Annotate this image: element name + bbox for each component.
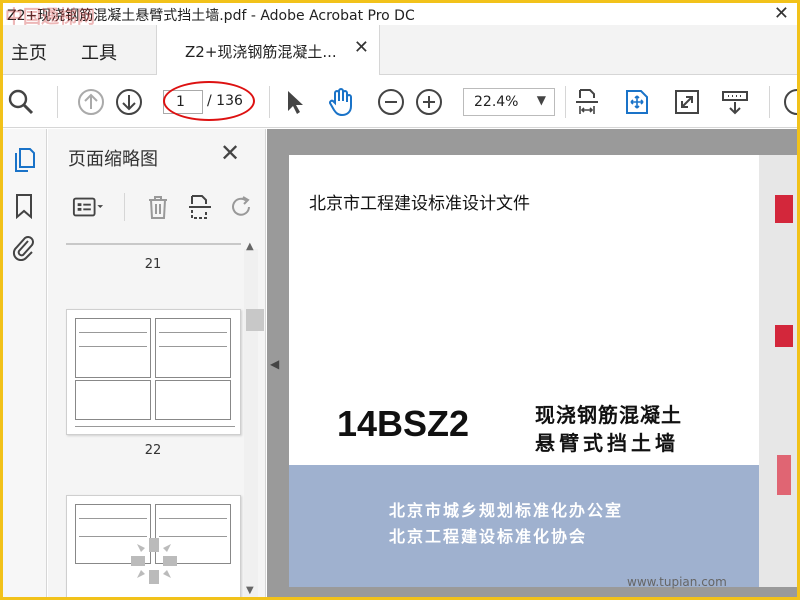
thumbnail-line (159, 332, 227, 333)
red-mark (775, 325, 793, 347)
search-icon[interactable] (5, 86, 37, 118)
full-screen-icon[interactable] (671, 86, 703, 118)
zoom-in-icon[interactable] (413, 86, 445, 118)
thumbnail-table (155, 380, 231, 420)
zoom-select[interactable]: 22.4% ▼ (463, 88, 555, 116)
toolbar-divider (565, 86, 566, 118)
comment-icon[interactable] (775, 86, 797, 118)
zoom-value: 22.4% (474, 94, 519, 110)
thumbnail-line (79, 346, 147, 347)
scroll-up-icon[interactable]: ▲ (246, 241, 254, 252)
cover-code: 14BSZ2 (337, 403, 470, 444)
navigation-rail (3, 129, 47, 597)
cover-org-line2: 北京工程建设标准化协会 (389, 527, 588, 546)
menu-bar: 主页 工具 Z2+现浇钢筋混凝土... ✕ (3, 25, 797, 75)
read-mode-icon[interactable] (719, 86, 751, 118)
thumbnail-line (79, 332, 147, 333)
thumbnail-table (75, 380, 151, 420)
thumbnail-page-22[interactable] (66, 309, 241, 435)
thumbnail-line (79, 518, 147, 519)
tab-close-icon[interactable]: ✕ (354, 37, 369, 58)
cover-org-line1: 北京市城乡规划标准化办公室 (389, 501, 624, 520)
trash-icon[interactable] (142, 191, 174, 223)
menu-home[interactable]: 主页 (11, 39, 47, 65)
document-view[interactable]: ◀ 北京市工程建设标准设计文件 14BSZ2 现浇钢筋混凝土 悬臂式挡土墙 北京… (267, 129, 797, 597)
panel-close-icon[interactable]: ✕ (220, 139, 240, 167)
menu-tools[interactable]: 工具 (81, 39, 117, 65)
collapse-panel-icon[interactable]: ◀ (270, 357, 279, 371)
thumbnails-panel: 页面缩略图 ✕ 21 22 ▲ ▼ (48, 129, 266, 597)
thumbnail-label-22: 22 (144, 443, 162, 458)
red-mark (775, 195, 793, 223)
bookmark-icon[interactable] (9, 191, 39, 221)
next-page-edge (759, 155, 797, 587)
window-close-icon[interactable]: ✕ (774, 3, 789, 24)
scroll-down-icon[interactable]: ▼ (246, 585, 254, 596)
thumbnail-line (159, 518, 227, 519)
rotate-icon[interactable] (226, 191, 258, 223)
previous-page-icon[interactable] (75, 86, 107, 118)
pdf-page-cover: 北京市工程建设标准设计文件 14BSZ2 现浇钢筋混凝土 悬臂式挡土墙 北京市城… (289, 155, 759, 587)
app-window: Z2+现浇钢筋混凝土悬臂式挡土墙.pdf - Adobe Acrobat Pro… (3, 3, 797, 597)
thumbnail-line (159, 346, 227, 347)
toolbar-divider (269, 86, 270, 118)
loading-icon (131, 538, 177, 584)
attachment-icon[interactable] (9, 233, 39, 263)
previous-thumbnail-edge (66, 243, 241, 245)
hand-tool-icon[interactable] (325, 86, 357, 118)
fit-width-icon[interactable] (571, 86, 603, 118)
thumbnail-label-21: 21 (144, 257, 162, 272)
site-watermark: www.tupian.com (627, 575, 727, 589)
tab-label: Z2+现浇钢筋混凝土... (185, 43, 337, 61)
select-cursor-icon[interactable] (279, 86, 311, 118)
thumbnail-scrollbar[interactable] (244, 249, 258, 597)
panel-title: 页面缩略图 (68, 149, 158, 170)
thumbnail-line (75, 426, 235, 427)
title-bar: Z2+现浇钢筋混凝土悬臂式挡土墙.pdf - Adobe Acrobat Pro… (3, 3, 797, 28)
next-page-icon[interactable] (113, 86, 145, 118)
page-thumbnails-icon[interactable] (9, 145, 39, 175)
panel-divider (124, 193, 125, 221)
red-annotation-ellipse (163, 81, 255, 121)
document-tab[interactable]: Z2+现浇钢筋混凝土... ✕ (156, 25, 380, 75)
scrollbar-thumb[interactable] (246, 309, 264, 331)
fit-page-icon[interactable] (621, 86, 653, 118)
toolbar-divider (57, 86, 58, 118)
insert-page-icon[interactable] (184, 191, 216, 223)
panel-toolbar (48, 187, 265, 227)
cover-name-line2: 悬臂式挡土墙 (535, 431, 679, 455)
toolbar-divider (769, 86, 770, 118)
red-mark (777, 455, 791, 495)
cover-header: 北京市工程建设标准设计文件 (309, 194, 530, 214)
thumbnail-table (155, 318, 231, 378)
toolbar: / 136 22.4% ▼ (3, 76, 797, 128)
chevron-down-icon: ▼ (536, 93, 546, 107)
thumbnail-options-icon[interactable] (72, 191, 104, 223)
cover-name-line1: 现浇钢筋混凝土 (535, 403, 682, 427)
thumbnail-page-23[interactable] (66, 495, 241, 597)
zoom-out-icon[interactable] (375, 86, 407, 118)
thumbnail-table (75, 318, 151, 378)
